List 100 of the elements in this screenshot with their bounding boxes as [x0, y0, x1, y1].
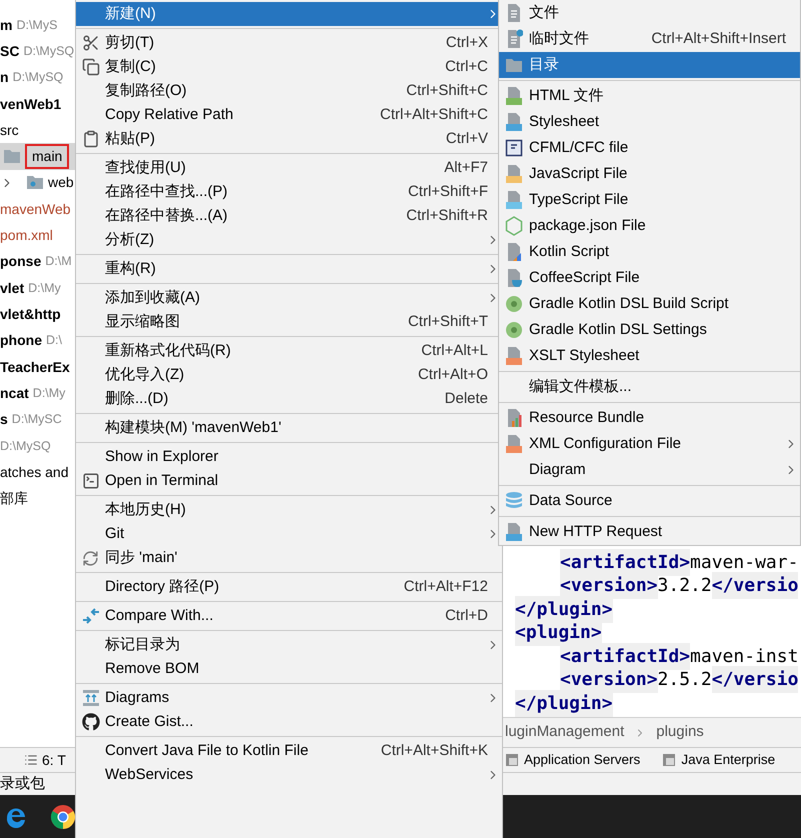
menu-item[interactable]: New HTTP Request: [499, 519, 800, 545]
menu-item[interactable]: Gradle Kotlin DSL Build Script: [499, 291, 800, 317]
menu-item[interactable]: Resource Bundle: [499, 405, 800, 431]
menu-item[interactable]: Compare With... Ctrl+D: [76, 604, 502, 628]
file-name: mavenWeb: [0, 200, 71, 219]
menu-item[interactable]: 剪切(T) Ctrl+X: [76, 31, 502, 55]
menu-item[interactable]: Convert Java File to Kotlin File Ctrl+Alt+Shift+K: [76, 739, 502, 763]
menu-item[interactable]: Kotlin Script: [499, 239, 800, 265]
tool-window-button[interactable]: Java Enterprise: [662, 750, 776, 770]
menu-item[interactable]: Diagram: [499, 457, 800, 483]
menu-item[interactable]: 标记目录为: [76, 633, 502, 657]
menu-item[interactable]: 目录: [499, 52, 800, 78]
shortcut-text: Ctrl+Shift+C: [406, 80, 489, 101]
code-line: <version>3.2.2</versio: [503, 574, 801, 598]
menu-item[interactable]: Git: [76, 522, 502, 546]
shortcut-text: Delete: [444, 388, 489, 409]
menu-item[interactable]: 在路径中替换...(A) Ctrl+Shift+R: [76, 204, 502, 228]
tree-label: atches and: [0, 462, 68, 482]
tree-row[interactable]: main: [0, 143, 75, 170]
tree-row[interactable]: mavenWeb: [0, 196, 75, 222]
menu-item[interactable]: 同步 'main': [76, 546, 502, 570]
menu-item[interactable]: CoffeeScript File: [499, 265, 800, 291]
menu-item[interactable]: 添加到收藏(A): [76, 286, 502, 310]
menu-item[interactable]: Diagrams: [76, 686, 502, 710]
shortcut-text: Ctrl+X: [446, 32, 489, 53]
menu-item[interactable]: 文件: [499, 0, 800, 26]
breadcrumb-item[interactable]: luginManagement: [505, 721, 624, 744]
tree-row[interactable]: pom.xml: [0, 222, 75, 249]
tree-row[interactable]: src: [0, 117, 75, 144]
project-path: D:\MySQ: [23, 43, 74, 60]
menu-item[interactable]: Gradle Kotlin DSL Settings: [499, 317, 800, 343]
project-name: ponse: [0, 252, 42, 272]
menu-item[interactable]: Data Source: [499, 488, 800, 514]
menu-item[interactable]: Show in Explorer: [76, 445, 502, 469]
menu-item[interactable]: 重构(R): [76, 257, 502, 281]
menu-item[interactable]: 临时文件 Ctrl+Alt+Shift+Insert: [499, 26, 800, 52]
file-icon: [505, 3, 523, 23]
menu-item[interactable]: 删除...(D) Delete: [76, 387, 502, 411]
sync-icon: [82, 550, 99, 566]
tree-row[interactable]: TeacherEx: [0, 354, 75, 380]
tree-row[interactable]: ncat D:\My: [0, 380, 75, 406]
shortcut-text: Ctrl+Shift+T: [408, 312, 489, 332]
menu-item[interactable]: Create Gist...: [76, 710, 502, 734]
project-path: D:\My: [32, 384, 66, 402]
menu-item[interactable]: 分析(Z): [76, 228, 502, 252]
menu-item[interactable]: Open in Terminal: [76, 469, 502, 493]
tree-row[interactable]: web: [0, 170, 75, 196]
tree-row[interactable]: vlet&http: [0, 301, 75, 328]
menu-item[interactable]: 编辑文件模板...: [499, 374, 800, 400]
menu-item[interactable]: Remove BOM: [76, 657, 502, 681]
menu-item[interactable]: XML Configuration File: [499, 431, 800, 457]
tree-row[interactable]: SC D:\MySQ: [0, 38, 75, 65]
breadcrumb-item[interactable]: plugins: [656, 721, 704, 744]
file-icon: [505, 242, 523, 262]
menu-item[interactable]: Copy Relative Path Ctrl+Alt+Shift+C: [76, 103, 502, 127]
menu-item[interactable]: 复制路径(O) Ctrl+Shift+C: [76, 79, 502, 103]
menu-item[interactable]: CFML/CFC file: [499, 135, 800, 161]
tree-row[interactable]: atches and: [0, 459, 75, 486]
menu-item[interactable]: WebServices: [76, 763, 502, 787]
menu-item[interactable]: Directory 路径(P) Ctrl+Alt+F12: [76, 575, 502, 599]
shortcut-text: Ctrl+Shift+R: [406, 206, 489, 226]
menu-item[interactable]: TypeScript File: [499, 187, 800, 213]
tool-window-button[interactable]: Application Servers: [505, 750, 640, 770]
folder-icon: [505, 58, 523, 72]
menu-item[interactable]: 粘贴(P) Ctrl+V: [76, 127, 502, 151]
tree-row[interactable]: 部库: [0, 485, 75, 512]
menu-item[interactable]: 本地历史(H): [76, 498, 502, 522]
menu-item[interactable]: JavaScript File: [499, 161, 800, 187]
folder-icon: [26, 175, 44, 190]
tool-window-button[interactable]: 6: T: [24, 750, 66, 770]
menu-item[interactable]: 显示缩略图 Ctrl+Shift+T: [76, 310, 502, 334]
tree-row[interactable]: ponse D:\M: [0, 248, 75, 275]
copy-icon: [82, 58, 100, 76]
tree-row[interactable]: s D:\MySC: [0, 406, 75, 433]
github-icon: [82, 713, 100, 731]
code-line: </plugin>: [503, 692, 801, 715]
shortcut-text: Ctrl+Alt+Shift+K: [380, 740, 489, 761]
menu-item[interactable]: 构建模块(M) 'mavenWeb1': [76, 416, 502, 440]
code-line: <plugin>: [503, 621, 801, 644]
browser-icon[interactable]: [50, 804, 76, 830]
shortcut-text: Ctrl+Shift+F: [408, 182, 489, 202]
menu-item[interactable]: HTML 文件: [499, 83, 800, 109]
tree-row[interactable]: venWeb1: [0, 90, 75, 118]
tree-row[interactable]: n D:\MySQ: [0, 64, 75, 91]
menu-item[interactable]: 查找使用(U) Alt+F7: [76, 156, 502, 180]
menu-item[interactable]: 复制(C) Ctrl+C: [76, 55, 502, 79]
menu-item[interactable]: Stylesheet: [499, 109, 800, 135]
circle-icon: [505, 321, 523, 339]
menu-item[interactable]: 优化导入(Z) Ctrl+Alt+O: [76, 363, 502, 387]
tree-row[interactable]: phone D:\: [0, 328, 75, 354]
shortcut-text: Ctrl+Alt+O: [418, 364, 489, 385]
menu-item[interactable]: 在路径中查找...(P) Ctrl+Shift+F: [76, 180, 502, 204]
shortcut-text: Ctrl+V: [446, 128, 489, 149]
menu-item[interactable]: 重新格式化代码(R) Ctrl+Alt+L: [76, 339, 502, 363]
project-name: s: [0, 410, 8, 430]
tree-row[interactable]: vlet D:\My: [0, 274, 75, 302]
menu-item[interactable]: XSLT Stylesheet: [499, 343, 800, 369]
menu-item[interactable]: package.json File: [499, 213, 800, 239]
file-icon: [505, 190, 523, 210]
tree-row[interactable]: m D:\MyS: [0, 12, 75, 38]
